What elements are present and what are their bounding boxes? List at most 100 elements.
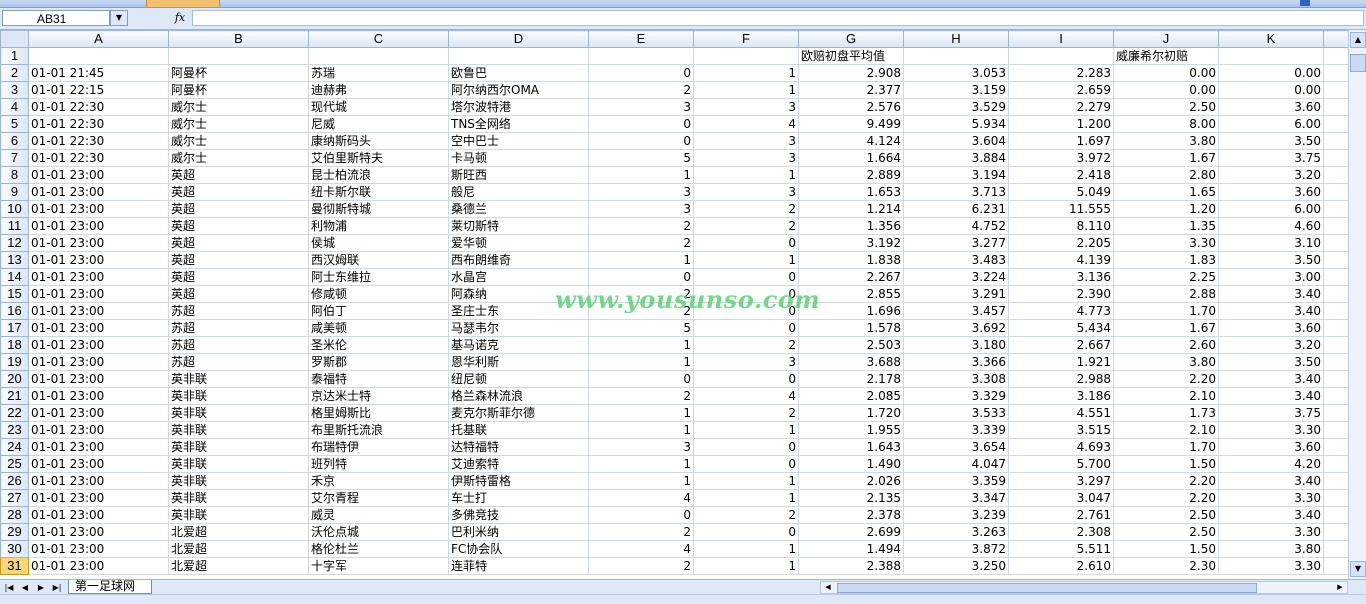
cell-j[interactable]: 1.83 xyxy=(1113,251,1219,269)
row-header[interactable]: 24 xyxy=(0,438,29,456)
cell-i[interactable]: 2.390 xyxy=(1008,285,1114,303)
first-sheet-icon[interactable]: |◀ xyxy=(2,581,16,594)
select-all-corner[interactable] xyxy=(0,30,29,48)
cell-e[interactable]: 0 xyxy=(588,115,694,133)
cell-k[interactable] xyxy=(1218,47,1324,65)
cell-l[interactable] xyxy=(1323,455,1349,473)
cell-a[interactable]: 01-01 23:00 xyxy=(28,506,169,524)
cell-d[interactable]: TNS全网络 xyxy=(448,115,589,133)
cell-i[interactable]: 2.279 xyxy=(1008,98,1114,116)
row-header[interactable]: 26 xyxy=(0,472,29,490)
cell-l[interactable] xyxy=(1323,98,1349,116)
cell-k[interactable]: 3.10 xyxy=(1218,234,1324,252)
cell-h[interactable]: 3.483 xyxy=(903,251,1009,269)
cell-k[interactable]: 3.50 xyxy=(1218,132,1324,150)
cell-h[interactable]: 4.047 xyxy=(903,455,1009,473)
cell-c[interactable]: 现代城 xyxy=(308,98,449,116)
column-header-l[interactable] xyxy=(1323,30,1349,48)
namebox-dropdown-icon[interactable]: ▼ xyxy=(110,10,128,26)
cell-a[interactable]: 01-01 23:00 xyxy=(28,336,169,354)
cell-j[interactable]: 1.50 xyxy=(1113,455,1219,473)
cell-l[interactable] xyxy=(1323,115,1349,133)
row-header[interactable]: 7 xyxy=(0,149,29,167)
cell-b[interactable]: 阿曼杯 xyxy=(168,64,309,82)
cell-h[interactable]: 3.180 xyxy=(903,336,1009,354)
row-header[interactable]: 23 xyxy=(0,421,29,439)
cell-b[interactable]: 英超 xyxy=(168,268,309,286)
cell-d[interactable]: 巴利米纳 xyxy=(448,523,589,541)
cell-h[interactable]: 3.692 xyxy=(903,319,1009,337)
cell-a[interactable]: 01-01 23:00 xyxy=(28,489,169,507)
cell-g[interactable]: 2.178 xyxy=(798,370,904,388)
cell-f[interactable]: 2 xyxy=(693,404,799,422)
cell-d[interactable]: 马瑟韦尔 xyxy=(448,319,589,337)
cell-g[interactable]: 9.499 xyxy=(798,115,904,133)
cell-j[interactable]: 1.67 xyxy=(1113,149,1219,167)
cell-l[interactable] xyxy=(1323,438,1349,456)
cell-c[interactable]: 罗斯郡 xyxy=(308,353,449,371)
cell-l[interactable] xyxy=(1323,183,1349,201)
cell-k[interactable]: 0.00 xyxy=(1218,64,1324,82)
cell-f[interactable] xyxy=(693,47,799,65)
row-header[interactable]: 8 xyxy=(0,166,29,184)
cell-a[interactable] xyxy=(28,47,169,65)
cell-c[interactable]: 布里斯托流浪 xyxy=(308,421,449,439)
cell-j[interactable]: 3.30 xyxy=(1113,234,1219,252)
row-header[interactable]: 11 xyxy=(0,217,29,235)
cell-g[interactable]: 2.377 xyxy=(798,81,904,99)
cell-e[interactable] xyxy=(588,47,694,65)
cell-b[interactable]: 英超 xyxy=(168,251,309,269)
cell-g[interactable]: 2.378 xyxy=(798,506,904,524)
cell-b[interactable]: 英非联 xyxy=(168,472,309,490)
cell-i[interactable]: 2.761 xyxy=(1008,506,1114,524)
cell-i[interactable]: 3.297 xyxy=(1008,472,1114,490)
cell-a[interactable]: 01-01 23:00 xyxy=(28,421,169,439)
cell-l[interactable] xyxy=(1323,336,1349,354)
cell-b[interactable]: 苏超 xyxy=(168,336,309,354)
row-header[interactable]: 20 xyxy=(0,370,29,388)
cell-d[interactable]: 圣庄士东 xyxy=(448,302,589,320)
cell-l[interactable] xyxy=(1323,302,1349,320)
cell-a[interactable]: 01-01 23:00 xyxy=(28,404,169,422)
row-header[interactable]: 31 xyxy=(0,557,29,575)
cell-a[interactable]: 01-01 23:00 xyxy=(28,234,169,252)
cell-j[interactable]: 0.00 xyxy=(1113,64,1219,82)
cell-c[interactable]: 禾京 xyxy=(308,472,449,490)
cell-j[interactable]: 0.00 xyxy=(1113,81,1219,99)
cell-k[interactable]: 3.60 xyxy=(1218,183,1324,201)
row-header[interactable]: 1 xyxy=(0,47,29,65)
cell-f[interactable]: 2 xyxy=(693,217,799,235)
cell-i[interactable]: 2.667 xyxy=(1008,336,1114,354)
cell-k[interactable]: 3.75 xyxy=(1218,404,1324,422)
cell-f[interactable]: 0 xyxy=(693,234,799,252)
cell-l[interactable] xyxy=(1323,166,1349,184)
cell-l[interactable] xyxy=(1323,353,1349,371)
cell-i[interactable]: 4.139 xyxy=(1008,251,1114,269)
cell-h[interactable]: 3.308 xyxy=(903,370,1009,388)
cell-d[interactable]: 伊斯特雷格 xyxy=(448,472,589,490)
cell-k[interactable]: 3.30 xyxy=(1218,557,1324,575)
cell-i[interactable]: 1.921 xyxy=(1008,353,1114,371)
cell-b[interactable]: 威尔士 xyxy=(168,132,309,150)
cell-k[interactable]: 3.20 xyxy=(1218,166,1324,184)
cell-h[interactable]: 5.934 xyxy=(903,115,1009,133)
cell-g[interactable]: 2.889 xyxy=(798,166,904,184)
cell-d[interactable]: 多佛竞技 xyxy=(448,506,589,524)
cell-j[interactable]: 2.60 xyxy=(1113,336,1219,354)
horizontal-scrollbar[interactable]: ◀ ▶ xyxy=(820,581,1348,594)
row-header[interactable]: 3 xyxy=(0,81,29,99)
column-header-e[interactable]: E xyxy=(588,30,694,48)
cell-d[interactable]: 纽尼顿 xyxy=(448,370,589,388)
cell-h[interactable]: 3.291 xyxy=(903,285,1009,303)
cell-e[interactable]: 5 xyxy=(588,319,694,337)
row-header[interactable]: 28 xyxy=(0,506,29,524)
cell-c[interactable] xyxy=(308,47,449,65)
cell-g[interactable]: 1.643 xyxy=(798,438,904,456)
cell-g[interactable]: 1.490 xyxy=(798,455,904,473)
cell-e[interactable]: 3 xyxy=(588,200,694,218)
cell-j[interactable]: 2.10 xyxy=(1113,387,1219,405)
cell-d[interactable]: 阿尔纳西尔OMA xyxy=(448,81,589,99)
cell-f[interactable]: 0 xyxy=(693,302,799,320)
cell-f[interactable]: 1 xyxy=(693,64,799,82)
cell-b[interactable]: 英非联 xyxy=(168,387,309,405)
